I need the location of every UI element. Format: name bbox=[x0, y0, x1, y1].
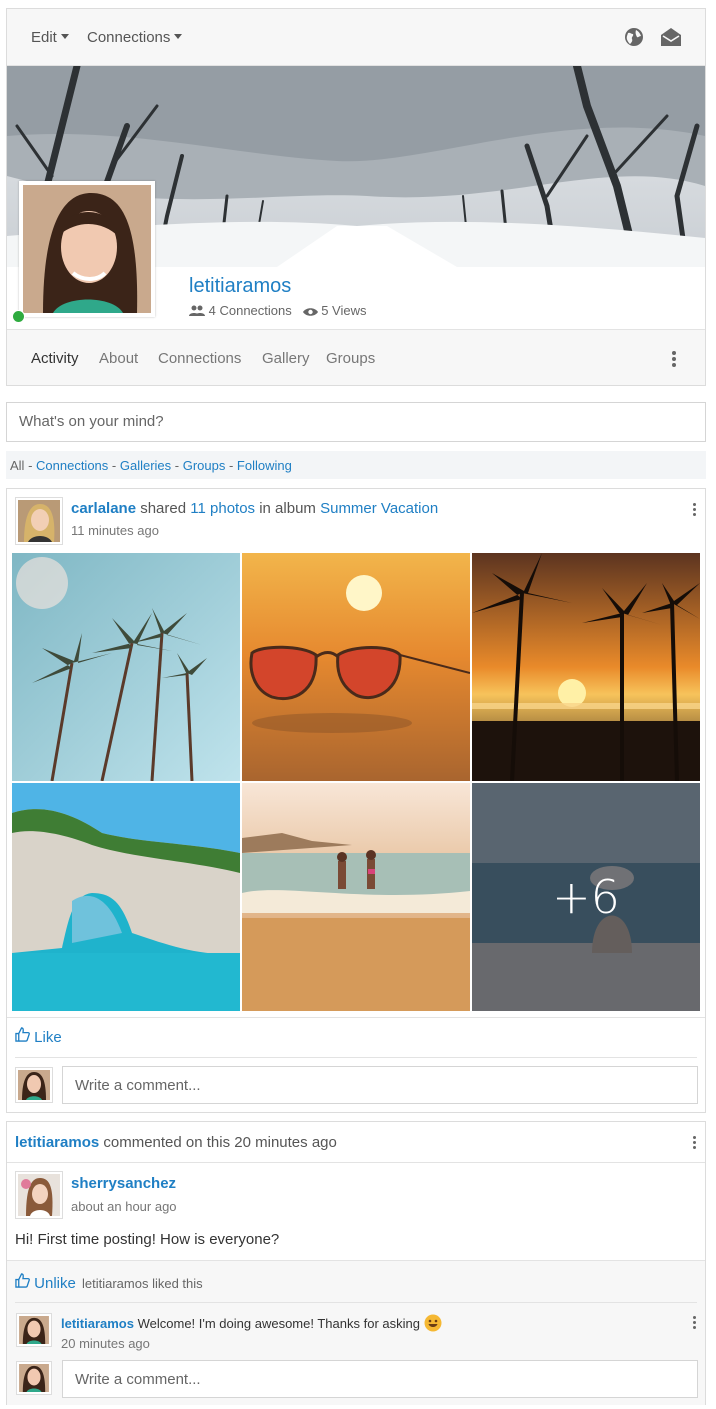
globe-icon[interactable] bbox=[623, 26, 645, 48]
smiley-emoji-icon bbox=[424, 1314, 442, 1332]
current-user-avatar-image bbox=[19, 1364, 49, 1392]
photo-count-link[interactable]: 11 photos bbox=[190, 500, 255, 517]
profile-stats: 4 Connections 5 Views bbox=[189, 303, 367, 318]
filter-all[interactable]: All bbox=[10, 458, 24, 473]
post-comment-input[interactable]: Write a comment... bbox=[62, 1066, 698, 1104]
users-icon bbox=[189, 305, 205, 316]
profile-avatar-image bbox=[23, 185, 151, 313]
post-author-avatar[interactable] bbox=[15, 497, 63, 545]
views-count: 5 Views bbox=[321, 303, 367, 318]
sunglasses-beach-photo bbox=[242, 553, 470, 781]
online-status-indicator bbox=[12, 310, 25, 323]
activity-actor-link[interactable]: letitiaramos bbox=[15, 1134, 99, 1151]
filter-separator: - bbox=[108, 458, 120, 473]
current-user-avatar bbox=[16, 1361, 52, 1395]
caret-down-icon bbox=[174, 34, 183, 39]
original-post-time: about an hour ago bbox=[71, 1199, 177, 1214]
thumbs-up-icon bbox=[15, 1027, 30, 1042]
reply-author-avatar[interactable] bbox=[16, 1313, 52, 1347]
tab-connections[interactable]: Connections bbox=[158, 350, 241, 367]
comment-activity-card: letitiaramos commented on this 20 minute… bbox=[6, 1121, 706, 1405]
profile-avatar[interactable] bbox=[19, 181, 155, 317]
sunset-palms-photo bbox=[472, 553, 700, 781]
caret-down-icon bbox=[60, 34, 69, 39]
more-photos-count: +6 bbox=[472, 783, 700, 1011]
current-user-avatar-image bbox=[18, 1070, 50, 1100]
gallery-photo[interactable] bbox=[242, 553, 470, 781]
tab-activity[interactable]: Activity bbox=[31, 350, 79, 367]
post-options-icon[interactable] bbox=[693, 503, 697, 518]
unlike-label: Unlike bbox=[34, 1275, 76, 1292]
reply-time: 20 minutes ago bbox=[61, 1336, 150, 1351]
profile-topbar: Edit Connections bbox=[7, 9, 705, 66]
activity-filter-bar: All - Connections - Galleries - Groups -… bbox=[6, 451, 706, 479]
filter-groups[interactable]: Groups bbox=[183, 458, 226, 473]
edit-menu[interactable]: Edit bbox=[31, 29, 69, 46]
thumbs-up-icon bbox=[15, 1273, 30, 1288]
photo-post-card: carlalane shared 11 photos in album Summ… bbox=[6, 488, 706, 1113]
gallery-photo[interactable] bbox=[472, 553, 700, 781]
post-author-avatar-image bbox=[18, 500, 60, 542]
tab-groups[interactable]: Groups bbox=[326, 350, 375, 367]
original-post-body: Hi! First time posting! How is everyone? bbox=[15, 1231, 280, 1248]
connections-count[interactable]: 4 Connections bbox=[209, 303, 292, 318]
divider bbox=[7, 1017, 705, 1018]
reply-author-avatar-image bbox=[19, 1316, 49, 1344]
filter-separator: - bbox=[171, 458, 183, 473]
unlike-button[interactable]: Unlike bbox=[15, 1273, 76, 1292]
post-author-link[interactable]: carlalane bbox=[71, 500, 136, 517]
status-input[interactable]: What's on your mind? bbox=[6, 402, 706, 442]
activity-options-icon[interactable] bbox=[693, 1136, 697, 1151]
beach-walk-photo bbox=[242, 783, 470, 1011]
gallery-more-photos-tile[interactable]: +6 bbox=[472, 783, 700, 1011]
original-author-avatar[interactable] bbox=[15, 1171, 63, 1219]
gallery-photo[interactable] bbox=[12, 783, 240, 1011]
profile-card: Edit Connections letitiaramos 4 Connecti… bbox=[6, 8, 706, 386]
original-author-avatar-image bbox=[18, 1174, 60, 1216]
activity-text: commented on this 20 minutes ago bbox=[103, 1134, 337, 1151]
gallery-photo[interactable] bbox=[12, 553, 240, 781]
reply-text: letitiaramos Welcome! I'm doing awesome!… bbox=[61, 1314, 442, 1332]
reply-body: Welcome! I'm doing awesome! Thanks for a… bbox=[137, 1316, 420, 1331]
filter-separator: - bbox=[225, 458, 237, 473]
filter-galleries[interactable]: Galleries bbox=[120, 458, 171, 473]
comment-section: Unlike letitiaramos liked this letitiara… bbox=[7, 1260, 705, 1405]
connections-menu-label: Connections bbox=[87, 29, 171, 46]
post-header-text: carlalane shared 11 photos in album Summ… bbox=[71, 500, 438, 517]
divider bbox=[15, 1057, 697, 1058]
liked-by-text: letitiaramos liked this bbox=[82, 1276, 203, 1291]
edit-menu-label: Edit bbox=[31, 29, 57, 46]
post-action-text: shared bbox=[140, 500, 187, 517]
filter-connections[interactable]: Connections bbox=[36, 458, 108, 473]
profile-username[interactable]: letitiaramos bbox=[189, 275, 291, 298]
current-user-avatar bbox=[15, 1067, 53, 1103]
activity-comment-input[interactable]: Write a comment... bbox=[62, 1360, 698, 1398]
tab-about[interactable]: About bbox=[99, 350, 138, 367]
reply-author-link[interactable]: letitiaramos bbox=[61, 1316, 134, 1331]
tab-gallery[interactable]: Gallery bbox=[262, 350, 310, 367]
more-options-icon[interactable] bbox=[672, 351, 676, 369]
profile-nav: Activity About Connections Gallery Group… bbox=[7, 329, 705, 385]
palm-trees-sky-photo bbox=[12, 553, 240, 781]
filter-following[interactable]: Following bbox=[237, 458, 292, 473]
divider bbox=[15, 1302, 697, 1303]
post-album-text: in album bbox=[259, 500, 316, 517]
comment-activity-header: letitiaramos commented on this 20 minute… bbox=[7, 1122, 705, 1163]
filter-separator: - bbox=[24, 458, 37, 473]
original-author-link[interactable]: sherrysanchez bbox=[71, 1175, 176, 1192]
like-label: Like bbox=[34, 1029, 62, 1046]
post-timestamp: 11 minutes ago bbox=[71, 523, 159, 538]
rock-arch-sea-photo bbox=[12, 783, 240, 1011]
eye-icon bbox=[302, 308, 318, 316]
gallery-photo[interactable] bbox=[242, 783, 470, 1011]
album-link[interactable]: Summer Vacation bbox=[320, 500, 438, 517]
envelope-open-icon[interactable] bbox=[659, 26, 683, 48]
reply-options-icon[interactable] bbox=[693, 1316, 697, 1331]
like-button[interactable]: Like bbox=[15, 1027, 62, 1046]
connections-menu[interactable]: Connections bbox=[87, 29, 183, 46]
